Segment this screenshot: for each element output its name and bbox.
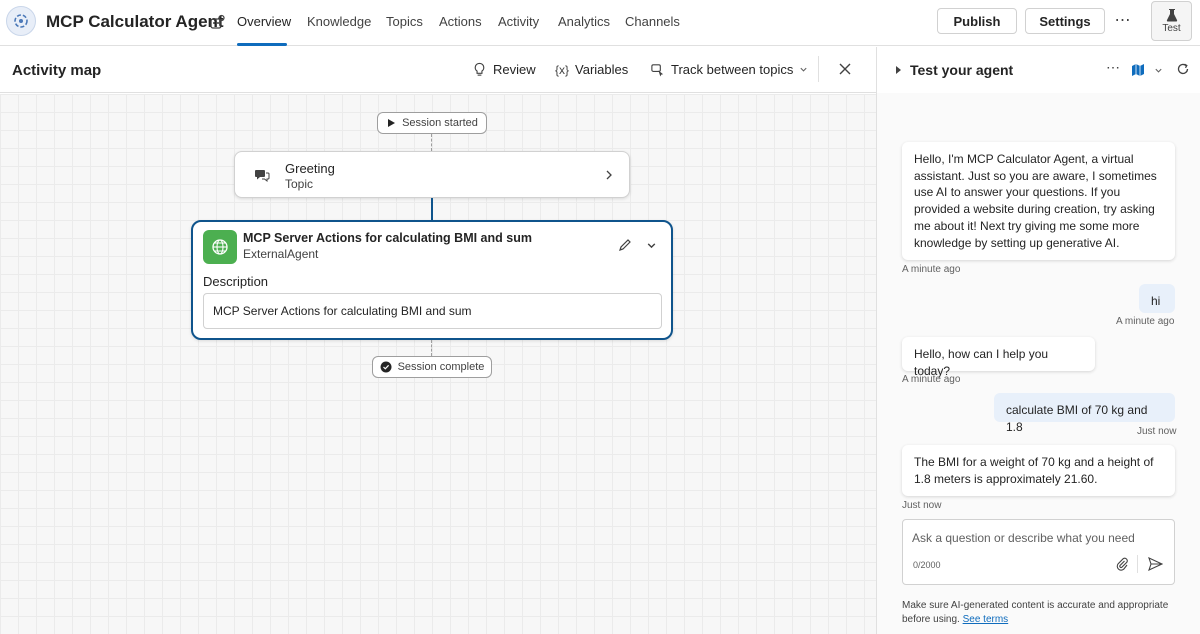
test-panel-title: Test your agent — [910, 62, 1014, 78]
session-started-label: Session started — [402, 117, 478, 129]
message-timestamp: A minute ago — [902, 264, 961, 275]
chevron-down-icon[interactable] — [1154, 66, 1163, 75]
bot-message: Hello, how can I help you today? — [902, 337, 1095, 378]
connector-dashed — [431, 134, 432, 151]
activity-map-canvas[interactable]: Session started Greeting Topic MCP Serve… — [0, 94, 876, 634]
tab-actions[interactable]: Actions — [439, 14, 482, 29]
tab-topics[interactable]: Topics — [386, 14, 423, 29]
action-subtitle: ExternalAgent — [243, 247, 319, 261]
variables-label: Variables — [575, 62, 629, 77]
track-between-topics-dropdown[interactable]: Track between topics — [650, 62, 808, 77]
disclaimer-text: Make sure AI-generated content is accura… — [902, 600, 1169, 625]
test-flask-icon — [1166, 9, 1177, 22]
agent-title: MCP Calculator Agent — [46, 12, 224, 31]
description-label: Description — [203, 274, 269, 289]
tab-overview[interactable]: Overview — [237, 14, 291, 29]
session-started-pill: Session started — [377, 112, 487, 134]
send-icon[interactable] — [1148, 557, 1163, 571]
active-tab-indicator — [237, 43, 287, 46]
tab-analytics[interactable]: Analytics — [558, 14, 610, 29]
bot-message: The BMI for a weight of 70 kg and a heig… — [902, 445, 1175, 496]
ai-disclaimer: Make sure AI-generated content is accura… — [902, 599, 1187, 626]
chat-input[interactable] — [912, 528, 1162, 548]
lightbulb-icon — [474, 62, 485, 76]
action-title: MCP Server Actions for calculating BMI a… — [243, 231, 532, 245]
chevron-right-icon[interactable] — [604, 169, 614, 181]
connector-solid — [431, 198, 433, 220]
mcp-action-node[interactable]: MCP Server Actions for calculating BMI a… — [191, 220, 673, 340]
track-icon — [651, 64, 664, 77]
paperclip-icon[interactable] — [1115, 557, 1129, 571]
top-bar: MCP Calculator Agent Overview Knowledge … — [0, 0, 1200, 46]
character-counter: 0/2000 — [913, 560, 941, 570]
edit-pencil-icon[interactable] — [618, 238, 632, 252]
greeting-title: Greeting — [285, 161, 335, 176]
chat-input-container: 0/2000 — [902, 519, 1175, 585]
test-button[interactable]: Test — [1151, 1, 1192, 41]
greeting-topic-node[interactable]: Greeting Topic — [234, 151, 630, 198]
variables-button[interactable]: {x} Variables — [555, 62, 628, 77]
session-complete-pill: Session complete — [372, 356, 492, 378]
connector-dashed — [431, 340, 432, 356]
activity-map-header: Activity map Review {x} Variables Track … — [0, 47, 876, 93]
test-panel-header: Test your agent ⋯ — [877, 47, 1200, 93]
review-label: Review — [493, 62, 536, 77]
publish-button[interactable]: Publish — [937, 8, 1017, 34]
agent-settings-icon[interactable] — [208, 13, 226, 31]
collapse-caret-icon[interactable] — [895, 66, 902, 74]
user-message: calculate BMI of 70 kg and 1.8 — [994, 393, 1175, 434]
map-icon[interactable] — [1131, 63, 1145, 77]
greeting-subtitle: Topic — [285, 177, 314, 191]
more-options-icon[interactable]: ⋯ — [1106, 59, 1120, 76]
close-icon[interactable] — [837, 61, 853, 77]
chevron-down-icon[interactable] — [646, 240, 657, 251]
globe-icon — [203, 230, 237, 264]
track-label: Track between topics — [671, 62, 794, 77]
refresh-icon[interactable] — [1176, 62, 1190, 76]
session-complete-label: Session complete — [397, 361, 485, 373]
test-button-label: Test — [1162, 23, 1181, 34]
tab-channels[interactable]: Channels — [625, 14, 680, 29]
header-divider — [818, 56, 819, 82]
message-timestamp: Just now — [1137, 426, 1177, 437]
message-timestamp: Just now — [902, 500, 942, 511]
message-timestamp: A minute ago — [1116, 316, 1175, 327]
input-divider — [1137, 555, 1138, 573]
agent-logo-icon — [6, 6, 36, 36]
activity-map-panel: Activity map Review {x} Variables Track … — [0, 47, 876, 634]
activity-map-title: Activity map — [12, 62, 102, 79]
description-field[interactable]: MCP Server Actions for calculating BMI a… — [203, 293, 662, 329]
user-message: hi — [1139, 284, 1175, 313]
tab-activity[interactable]: Activity — [498, 14, 539, 29]
bot-message: Hello, I'm MCP Calculator Agent, a virtu… — [902, 142, 1175, 260]
review-button[interactable]: Review — [472, 62, 536, 77]
play-icon — [388, 119, 396, 127]
variables-icon: {x} — [555, 62, 570, 77]
chat-bubbles-icon — [255, 170, 270, 183]
test-agent-panel: Test your agent ⋯ Hello, I'm MCP Calcula… — [876, 47, 1200, 634]
check-circle-icon — [380, 361, 392, 373]
chevron-down-icon — [800, 67, 807, 72]
more-options-icon[interactable]: ⋯ — [1113, 10, 1133, 30]
see-terms-link[interactable]: See terms — [963, 614, 1009, 625]
settings-button[interactable]: Settings — [1025, 8, 1105, 34]
tab-knowledge[interactable]: Knowledge — [307, 14, 371, 29]
message-timestamp: A minute ago — [902, 374, 961, 385]
